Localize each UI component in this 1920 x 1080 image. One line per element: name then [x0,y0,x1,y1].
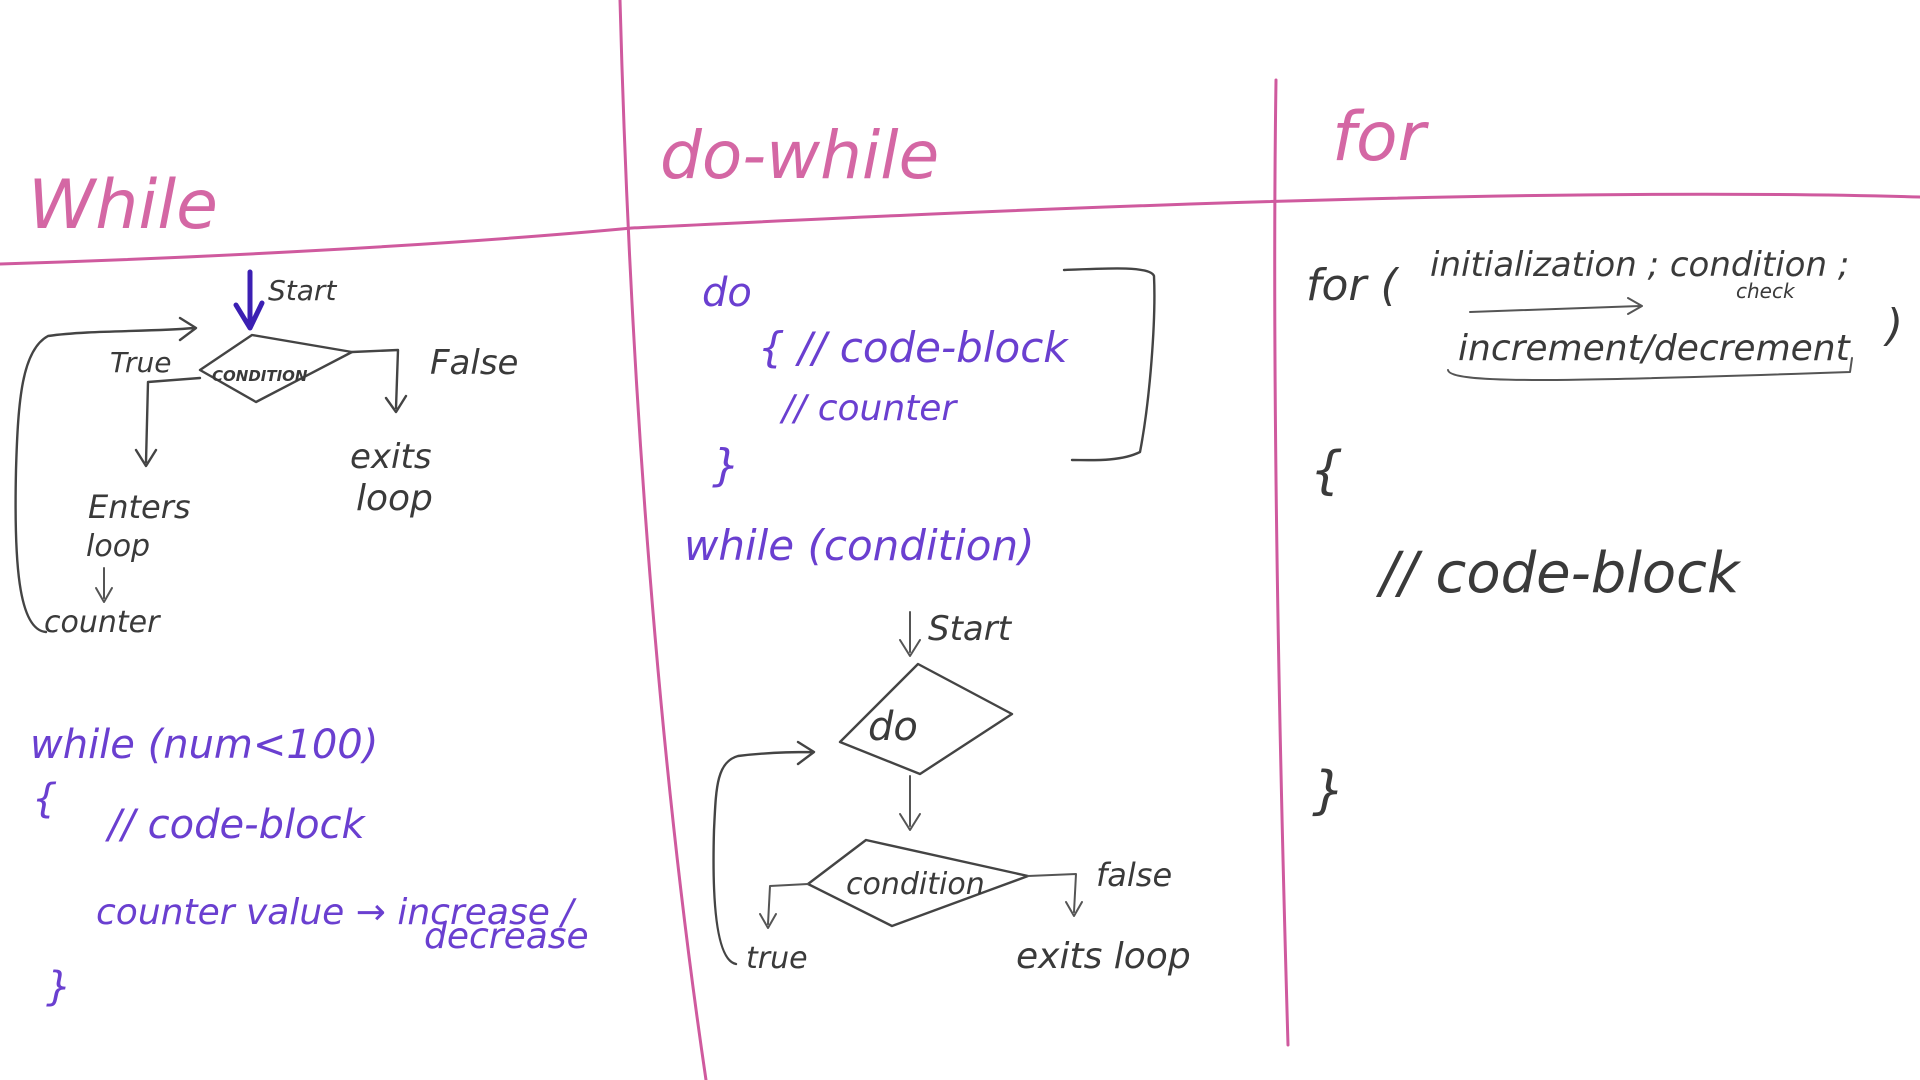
for-close-brace: } [1312,761,1345,821]
while-code-line3: // code-block [105,802,367,848]
while-counter-label: counter [44,605,161,640]
while-code-line6: } [46,964,71,1010]
whiteboard-drawing: While do-while for Start CONDITION True … [0,0,1920,1080]
dowhile-true-label: true [746,941,808,976]
while-enters-label: Enters [88,488,191,526]
while-code-line2: { [32,776,57,822]
dowhile-condition-label: condition [846,867,985,902]
for-code-line2-close: ) [1883,300,1903,351]
whiteboard-canvas: While do-while for Start CONDITION True … [0,0,1920,1080]
while-code-line1: while (num<100) [30,722,378,768]
while-false-label: False [430,343,518,383]
while-start-label: Start [268,274,337,307]
dowhile-code-line4: } [712,440,740,491]
for-code-check-note: check [1736,279,1796,303]
while-false-branch [350,348,408,414]
for-open-brace: { [1310,441,1343,501]
while-enters-down-arrow [95,567,113,603]
while-exits-label: exits [350,437,432,477]
dowhile-false-branch [1027,873,1083,917]
dowhile-start-arrow [899,611,921,657]
for-code-body: // code-block [1375,541,1742,606]
heading-while: While [28,166,218,245]
dowhile-code-line5: while (condition) [684,521,1034,570]
dowhile-do-diamond [838,662,1014,776]
for-code-line1-keyword: for ( [1306,260,1399,311]
dowhile-code-line2: { // code-block [758,323,1069,372]
while-enters-loop-label: loop [86,529,150,564]
while-code-line5: decrease [424,916,589,957]
dowhile-code-line3: // counter [779,388,958,429]
dowhile-code-bracket [1062,267,1156,462]
while-exits-loop-label: loop [356,478,433,519]
dowhile-false-label: false [1096,856,1172,894]
heading-do-while: do-while [660,117,939,194]
dowhile-true-branch [759,883,809,929]
dowhile-do-to-condition-arrow [899,775,921,831]
dowhile-exits-label: exits loop [1016,936,1191,977]
start-arrow [233,269,265,331]
dowhile-do-label: do [868,704,918,750]
dowhile-code-line1: do [702,270,752,316]
dowhile-loop-back-arrow [712,740,816,966]
while-true-label: True [110,346,171,379]
heading-for: for [1332,98,1430,177]
for-underline-arrow [1469,297,1643,315]
dowhile-start-label: Start [928,609,1013,649]
while-condition-label: CONDITION [212,367,308,385]
column-divider-2 [1273,78,1290,1047]
for-code-line2: increment/decrement [1458,328,1852,369]
while-true-branch [134,376,202,468]
